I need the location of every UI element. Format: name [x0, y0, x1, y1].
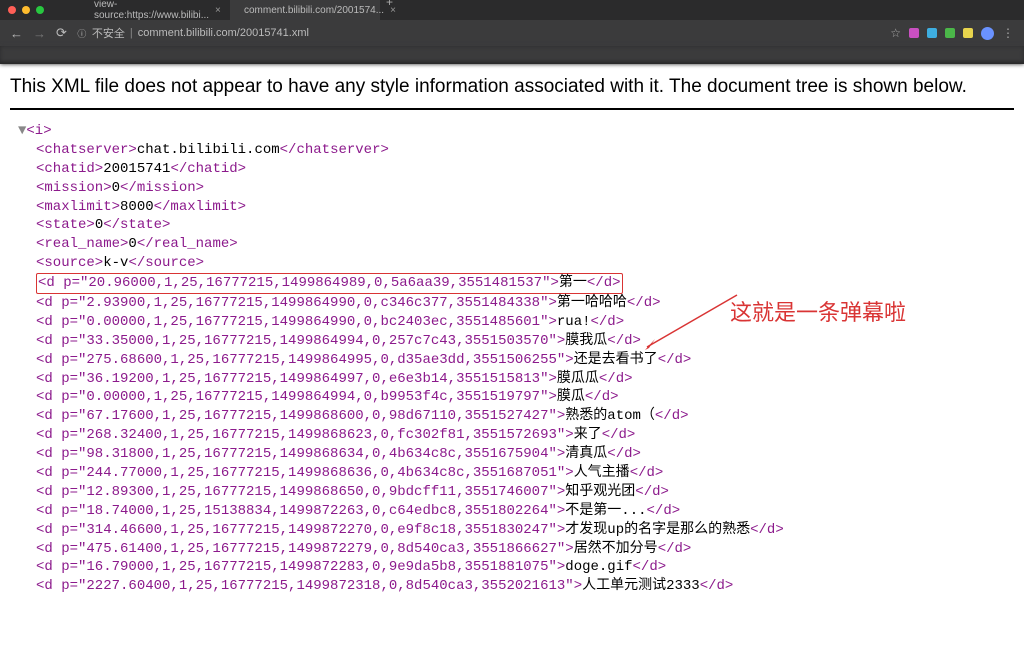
traffic-light-minimize[interactable] — [22, 6, 30, 14]
xml-meta-line: <maxlimit>8000</maxlimit> — [10, 198, 1014, 217]
xml-danmaku-line: <d p="67.17600,1,25,16777215,1499868600,… — [10, 407, 1014, 426]
xml-danmaku-line: <d p="275.68600,1,25,16777215,1499864995… — [10, 351, 1014, 370]
xml-meta-line: <chatserver>chat.bilibili.com</chatserve… — [10, 141, 1014, 160]
xml-tree: ▼<i><chatserver>chat.bilibili.com</chats… — [10, 110, 1014, 672]
xml-danmaku-line-highlighted: <d p="20.96000,1,25,16777215,1499864989,… — [10, 273, 1014, 294]
xml-danmaku-line: <d p="2.93900,1,25,16777215,1499864990,0… — [10, 294, 1014, 313]
tab-close-icon[interactable]: × — [215, 5, 221, 16]
reload-icon[interactable]: ⟳ — [56, 25, 67, 41]
xml-meta-line: <real_name>0</real_name> — [10, 235, 1014, 254]
xml-danmaku-line: <d p="314.46600,1,25,16777215,1499872270… — [10, 521, 1014, 540]
traffic-light-zoom[interactable] — [36, 6, 44, 14]
star-icon[interactable]: ☆ — [890, 26, 901, 40]
xml-danmaku-line: <d p="0.00000,1,25,16777215,1499864994,0… — [10, 388, 1014, 407]
extension-icon[interactable] — [963, 28, 973, 38]
tab-active[interactable]: comment.bilibili.com/2001574... × — [230, 0, 380, 25]
xml-meta-line: <state>0</state> — [10, 216, 1014, 235]
xml-danmaku-line: <d p="244.77000,1,25,16777215,1499868636… — [10, 464, 1014, 483]
traffic-light-close[interactable] — [8, 6, 16, 14]
menu-icon[interactable]: ⋮ — [1002, 26, 1014, 40]
xml-danmaku-line: <d p="36.19200,1,25,16777215,1499864997,… — [10, 370, 1014, 389]
back-icon[interactable]: ← — [10, 26, 23, 41]
xml-danmaku-line: <d p="12.89300,1,25,16777215,1499868650,… — [10, 483, 1014, 502]
xml-meta-line: <mission>0</mission> — [10, 179, 1014, 198]
insecure-icon: ⓘ — [77, 28, 87, 38]
bookmarks-bar — [0, 46, 1024, 64]
tabs: view-source:https://www.bilibi... × comm… — [80, 0, 399, 25]
extension-icon[interactable] — [909, 28, 919, 38]
new-tab-button[interactable]: + — [380, 0, 399, 25]
forward-icon[interactable]: → — [33, 26, 46, 41]
xml-danmaku-line: <d p="98.31800,1,25,16777215,1499868634,… — [10, 445, 1014, 464]
xml-danmaku-line: <d p="0.00000,1,25,16777215,1499864990,0… — [10, 313, 1014, 332]
xml-danmaku-line: <d p="16.79000,1,25,16777215,1499872283,… — [10, 558, 1014, 577]
extension-icon[interactable] — [927, 28, 937, 38]
extension-icon[interactable] — [945, 28, 955, 38]
xml-danmaku-line: <d p="18.74000,1,25,15138834,1499872263,… — [10, 502, 1014, 521]
xml-danmaku-line: <d p="2227.60400,1,25,16777215,149987231… — [10, 577, 1014, 596]
profile-avatar[interactable] — [981, 27, 994, 40]
tab-inactive[interactable]: view-source:https://www.bilibi... × — [80, 0, 230, 25]
page-content: This XML file does not appear to have an… — [0, 64, 1024, 672]
xml-danmaku-line: <d p="475.61400,1,25,16777215,1499872279… — [10, 540, 1014, 559]
xml-danmaku-line: <d p="33.35000,1,25,16777215,1499864994,… — [10, 332, 1014, 351]
url-field[interactable]: ⓘ 不安全 | comment.bilibili.com/20015741.xm… — [77, 25, 880, 41]
tab-label: view-source:https://www.bilibi... — [94, 0, 209, 21]
xml-meta-line: <source>k-v</source> — [10, 254, 1014, 273]
xml-no-style-notice: This XML file does not appear to have an… — [10, 70, 1014, 110]
xml-meta-line: <chatid>20015741</chatid> — [10, 160, 1014, 179]
insecure-label: 不安全 — [92, 25, 125, 41]
tab-bar: view-source:https://www.bilibi... × comm… — [0, 0, 1024, 20]
url-text: comment.bilibili.com/20015741.xml — [138, 27, 309, 39]
toolbar-right: ☆ ⋮ — [890, 26, 1014, 40]
xml-danmaku-line: <d p="268.32400,1,25,16777215,1499868623… — [10, 426, 1014, 445]
tab-label: comment.bilibili.com/2001574... — [244, 5, 384, 16]
